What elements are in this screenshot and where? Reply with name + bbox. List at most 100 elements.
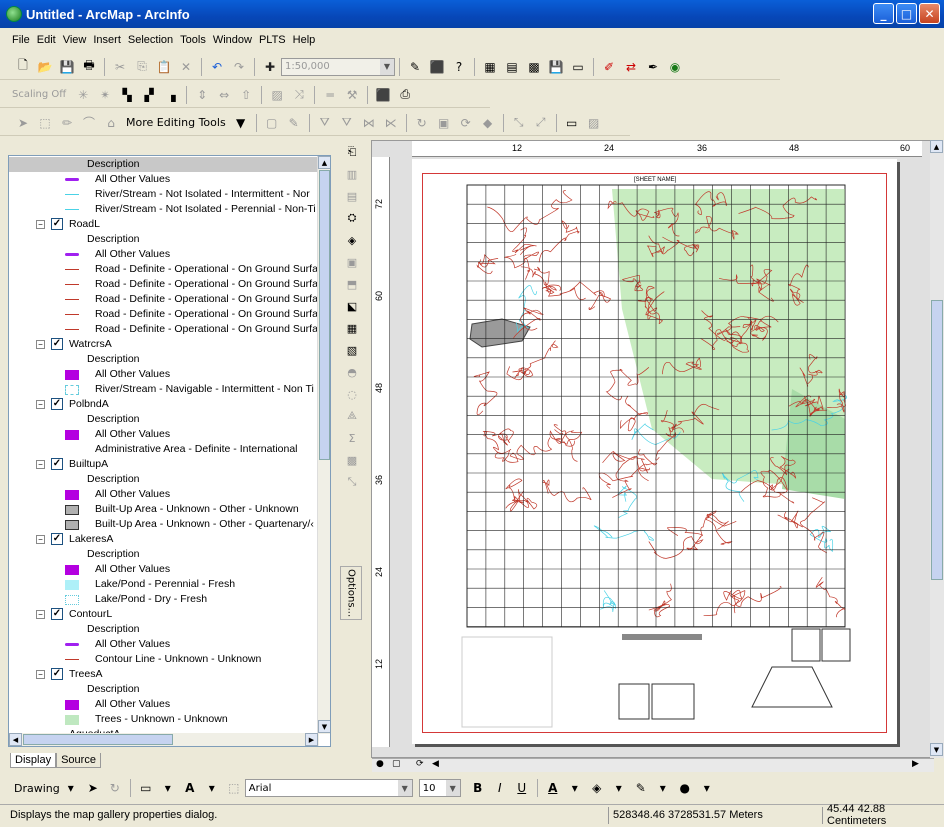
- more-editing-tools-menu[interactable]: More Editing Tools: [126, 116, 226, 129]
- tool-icon[interactable]: ⚒: [343, 86, 361, 104]
- edit-sketch-icon[interactable]: ⬚: [36, 114, 54, 132]
- scroll-left-icon[interactable]: ◀: [9, 733, 22, 746]
- map-vertical-scrollbar[interactable]: ▲ ▼: [930, 140, 944, 758]
- layer-name[interactable]: WatrcrsA: [69, 337, 112, 352]
- menu-file[interactable]: File: [12, 34, 30, 46]
- italic-button[interactable]: I: [491, 779, 509, 797]
- scroll-up-icon[interactable]: ▲: [930, 140, 943, 153]
- copy-icon[interactable]: ⎘: [133, 58, 151, 76]
- minimize-button[interactable]: _: [873, 3, 894, 24]
- collapse-icon[interactable]: −: [36, 220, 45, 229]
- layer-visibility-checkbox[interactable]: ✓: [51, 668, 63, 680]
- data-view-icon[interactable]: ●: [376, 759, 384, 769]
- tool1-icon[interactable]: ⎗: [342, 142, 362, 162]
- new-document-icon[interactable]: 🗋: [14, 58, 32, 76]
- menu-selection[interactable]: Selection: [128, 34, 173, 46]
- snap-icon[interactable]: ✳: [74, 86, 92, 104]
- topology2-icon[interactable]: ⛛: [338, 114, 356, 132]
- paste-icon[interactable]: 📋: [155, 58, 173, 76]
- layer-visibility-checkbox[interactable]: ✓: [51, 218, 63, 230]
- scroll-right-icon[interactable]: ▶: [912, 759, 919, 769]
- collapse-icon[interactable]: −: [36, 610, 45, 619]
- tab-source[interactable]: Source: [56, 753, 101, 768]
- transfer-icon[interactable]: ⇄: [622, 58, 640, 76]
- tool4-icon[interactable]: ⛭: [342, 208, 362, 228]
- font-combo[interactable]: Arial ▼: [244, 779, 413, 797]
- select-elements-icon[interactable]: ➤: [84, 779, 102, 797]
- scroll-left-icon[interactable]: ◀: [432, 759, 439, 769]
- text-tool-icon[interactable]: A: [181, 779, 199, 797]
- paint-icon[interactable]: ◆: [479, 114, 497, 132]
- toc-vertical-scrollbar[interactable]: ▲ ▼: [317, 156, 330, 734]
- menu-view[interactable]: View: [63, 34, 87, 46]
- split-icon[interactable]: ⋉: [382, 114, 400, 132]
- editor-toolbar-icon[interactable]: ✎: [406, 58, 424, 76]
- sigma-icon[interactable]: Σ: [342, 428, 362, 448]
- tool15-icon[interactable]: ▩: [342, 450, 362, 470]
- menu-tools[interactable]: Tools: [180, 34, 206, 46]
- catalog-icon[interactable]: ▤: [503, 58, 521, 76]
- add-data-icon[interactable]: ✚: [261, 58, 279, 76]
- print-icon[interactable]: 🖶: [80, 58, 98, 76]
- collapse-icon[interactable]: −: [36, 340, 45, 349]
- scroll-down-icon[interactable]: ▼: [318, 720, 330, 733]
- delete-icon[interactable]: ✕: [177, 58, 195, 76]
- grid-icon[interactable]: ▩: [525, 58, 543, 76]
- open-icon[interactable]: 📂: [36, 58, 54, 76]
- tool10-icon[interactable]: ▧: [342, 340, 362, 360]
- edit-arrow-icon[interactable]: ➤: [14, 114, 32, 132]
- layer-visibility-checkbox[interactable]: ✓: [51, 338, 63, 350]
- generalize-icon[interactable]: ▨: [268, 86, 286, 104]
- font-color-icon[interactable]: A: [544, 779, 562, 797]
- underline-button[interactable]: U: [513, 779, 531, 797]
- layer-visibility-checkbox[interactable]: ✓: [51, 608, 63, 620]
- options-button[interactable]: Options...: [340, 566, 362, 620]
- menu-plts[interactable]: PLTS: [259, 34, 286, 46]
- save-icon[interactable]: 💾: [58, 58, 76, 76]
- arc-icon[interactable]: ⌒: [80, 114, 98, 132]
- horizontal-icon[interactable]: ⇔: [215, 86, 233, 104]
- monitor-icon[interactable]: ▭: [569, 58, 587, 76]
- whats-this-icon[interactable]: ?: [450, 58, 468, 76]
- rotate-icon[interactable]: ↻: [413, 114, 431, 132]
- rotate-icon[interactable]: ↻: [106, 779, 124, 797]
- smooth-icon[interactable]: ⤨: [290, 86, 308, 104]
- layer-name[interactable]: ContourL: [69, 607, 112, 622]
- menu-help[interactable]: Help: [293, 34, 316, 46]
- close-button[interactable]: ✕: [919, 3, 940, 24]
- tool12-icon[interactable]: ◌: [342, 384, 362, 404]
- scroll-down-icon[interactable]: ▼: [930, 743, 943, 756]
- layer-visibility-checkbox[interactable]: ✓: [51, 398, 63, 410]
- layer-name[interactable]: TreesA: [69, 667, 102, 682]
- scaling-off-label[interactable]: Scaling Off: [12, 89, 66, 100]
- tool13-icon[interactable]: ⟁: [342, 406, 362, 426]
- line-icon[interactable]: ═: [321, 86, 339, 104]
- layout-view-icon[interactable]: ▢: [392, 759, 401, 769]
- rectangle-icon[interactable]: ▭: [137, 779, 155, 797]
- maximize-button[interactable]: □: [896, 3, 917, 24]
- merge-icon[interactable]: ⋈: [360, 114, 378, 132]
- collapse-icon[interactable]: −: [36, 670, 45, 679]
- font-size-combo[interactable]: 10 ▼: [418, 779, 461, 797]
- layer-name[interactable]: LakeresA: [69, 532, 113, 547]
- tool7-icon[interactable]: ⬒: [342, 274, 362, 294]
- h-scroll-thumb[interactable]: [23, 734, 173, 745]
- sketch2-icon[interactable]: ⤢: [532, 114, 550, 132]
- sketch-icon[interactable]: ⤡: [510, 114, 528, 132]
- toc-horizontal-scrollbar[interactable]: ◀ ▶: [9, 733, 319, 746]
- layer-icon[interactable]: ▣: [435, 114, 453, 132]
- topology-icon[interactable]: ⛛: [316, 114, 334, 132]
- edit-vertices-icon[interactable]: ⬚: [225, 779, 243, 797]
- scroll-thumb[interactable]: [319, 170, 330, 460]
- collapse-icon[interactable]: −: [36, 400, 45, 409]
- tab-display[interactable]: Display: [10, 753, 57, 768]
- map-scale-combo[interactable]: 1:50,000 ▼: [281, 57, 395, 76]
- pencil-icon[interactable]: ✏: [58, 114, 76, 132]
- layer-visibility-checkbox[interactable]: ✓: [51, 533, 63, 545]
- scroll-right-icon[interactable]: ▶: [305, 733, 318, 746]
- rectangle-icon[interactable]: ▢: [263, 114, 281, 132]
- cut-icon[interactable]: ✂: [111, 58, 129, 76]
- fill-color-icon[interactable]: ◈: [588, 779, 606, 797]
- image-icon[interactable]: ▨: [585, 114, 603, 132]
- collapse-icon[interactable]: −: [36, 535, 45, 544]
